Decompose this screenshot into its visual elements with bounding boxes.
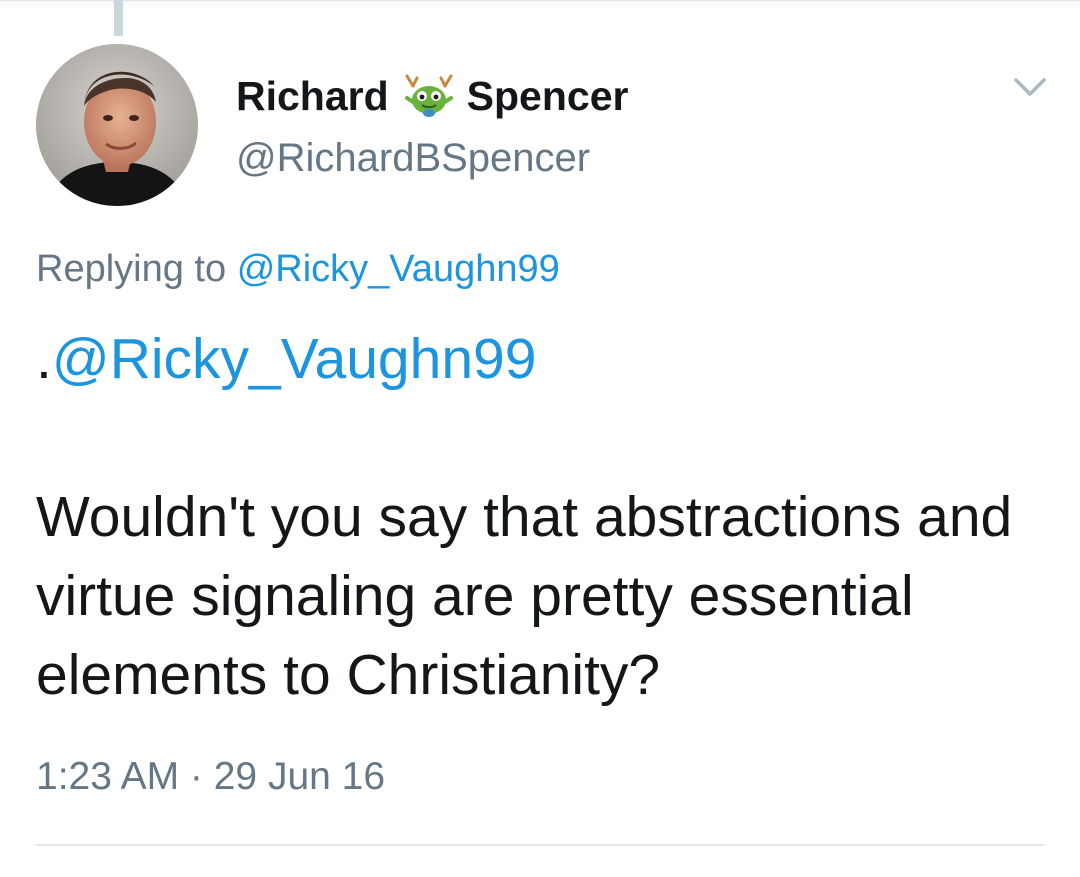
tweet-timestamp[interactable]: 1:23 AM · 29 Jun 16: [36, 755, 385, 799]
alien-monster-emoji-icon: [403, 72, 455, 120]
thread-connector-line: [114, 0, 123, 36]
avatar[interactable]: [36, 44, 198, 206]
display-name-last: Spencer: [466, 72, 629, 119]
display-name[interactable]: Richard Spencer: [236, 72, 628, 120]
replying-prefix: Replying to: [36, 248, 227, 290]
display-name-first: Richard: [236, 72, 389, 119]
tweet-mention-link[interactable]: @Ricky_Vaughn99: [52, 327, 537, 391]
chevron-down-icon[interactable]: [1012, 72, 1048, 102]
avatar-photo-icon: [36, 44, 198, 206]
tweet-text: .@Ricky_Vaughn99 Wouldn't you say that a…: [36, 320, 1056, 715]
top-divider: [0, 0, 1080, 10]
bottom-divider: [36, 844, 1044, 846]
replying-to-mention-link[interactable]: @Ricky_Vaughn99: [237, 248, 560, 290]
user-handle[interactable]: @RichardBSpencer: [236, 136, 590, 181]
tweet-text-dot: .: [36, 327, 52, 391]
replying-to-line: Replying to @Ricky_Vaughn99: [36, 248, 560, 291]
tweet-body-text: Wouldn't you say that abstractions and v…: [36, 485, 1013, 707]
